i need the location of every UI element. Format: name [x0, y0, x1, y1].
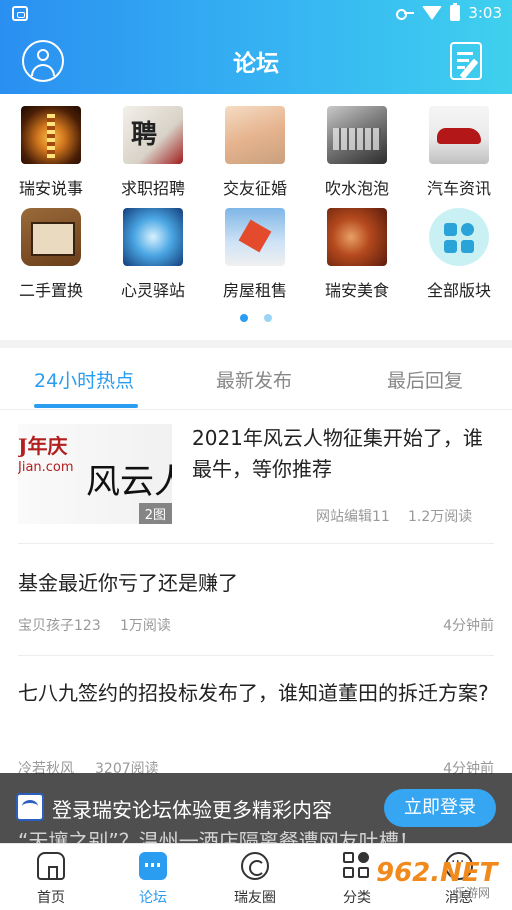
category-item[interactable]: 瑞安说事 [0, 94, 102, 198]
compose-post-icon[interactable] [450, 42, 482, 80]
feed-tabs: 24小时热点 最新发布 最后回复 [0, 348, 512, 410]
tab-last-reply[interactable]: 最后回复 [387, 366, 463, 393]
post-author: 网站编辑11 [316, 509, 390, 525]
category-grid: 瑞安说事 求职招聘 交友征婚 吹水泡泡 汽车资讯 二手置换 心灵驿站 房屋租售 … [0, 94, 512, 340]
page-dot[interactable] [264, 314, 272, 322]
food-photo [327, 208, 387, 266]
hands-photo [225, 106, 285, 164]
tab-indicator [34, 404, 138, 408]
category-label: 房屋租售 [222, 281, 287, 300]
category-item[interactable]: 二手置换 [0, 196, 102, 300]
page-indicator [0, 314, 512, 322]
login-button[interactable]: 立即登录 [384, 789, 496, 827]
app-header: 3:03 论坛 [0, 0, 512, 94]
category-label: 二手置换 [18, 281, 83, 300]
tab-24h-hot[interactable]: 24小时热点 [34, 366, 134, 393]
status-bar: 3:03 [0, 0, 512, 28]
post-title: 七八九签约的招投标发布了，谁知道董田的拆迁方案? [18, 681, 489, 705]
category-item[interactable]: 心灵驿站 [102, 196, 204, 300]
house-photo [225, 208, 285, 266]
category-label: 心灵驿站 [120, 281, 185, 300]
category-item[interactable]: 求职招聘 [102, 94, 204, 198]
app-logo-icon [16, 793, 44, 821]
post-reads: 1.2万阅读 [408, 509, 473, 525]
car-photo [429, 106, 489, 164]
home-icon [37, 852, 65, 880]
post-reads: 1万阅读 [120, 618, 171, 634]
wifi-icon [422, 6, 443, 20]
grid-icon [429, 208, 489, 266]
forum-icon [139, 852, 167, 880]
page-dot-active[interactable] [240, 314, 248, 322]
image-count-badge: 2图 [138, 503, 172, 524]
page-title: 论坛 [233, 51, 279, 77]
job-photo [123, 106, 183, 164]
post-item[interactable]: 基金最近你亏了还是赚了 宝贝孩子123 1万阅读 4分钟前 [18, 544, 494, 656]
nav-home[interactable]: 首页 [0, 844, 102, 910]
battery-icon [450, 3, 461, 21]
post-item[interactable]: J年庆 Jian.com 风云人 2图 2021年风云人物征集开始了，谁最牛，等… [18, 424, 494, 544]
nav-circle[interactable]: 瑞友圈 [204, 844, 306, 910]
category-item[interactable]: 瑞安美食 [306, 196, 408, 300]
vpn-key-icon [396, 8, 415, 20]
post-time: 4分钟前 [443, 618, 494, 634]
nav-forum[interactable]: 论坛 [102, 844, 204, 910]
post-author: 宝贝孩子123 [18, 618, 101, 634]
category-item[interactable]: 吹水泡泡 [306, 94, 408, 198]
post-thumbnail: J年庆 Jian.com 风云人 2图 [18, 424, 172, 524]
post-title: 2021年风云人物征集开始了，谁最牛，等你推荐 [192, 426, 483, 481]
login-prompt: 登录瑞安论坛体验更多精彩内容 [52, 798, 332, 822]
category-label: 瑞安美食 [324, 281, 389, 300]
app-notification-icon [12, 6, 28, 21]
box-photo [21, 208, 81, 266]
category-item[interactable]: 房屋租售 [204, 196, 306, 300]
status-time: 3:03 [468, 4, 502, 22]
category-icon [343, 852, 371, 880]
keyboard-photo [327, 106, 387, 164]
category-item[interactable]: 汽车资讯 [408, 94, 510, 198]
tab-latest[interactable]: 最新发布 [216, 366, 292, 393]
circle-icon [241, 852, 269, 880]
heart-photo [123, 208, 183, 266]
category-item[interactable]: 交友征婚 [204, 94, 306, 198]
category-label: 全部版块 [426, 281, 491, 300]
post-item[interactable]: 七八九签约的招投标发布了，谁知道董田的拆迁方案? 冷若秋风 3207阅读 4分钟… [18, 656, 494, 784]
pagoda-photo [21, 106, 81, 164]
category-item-all[interactable]: 全部版块 [408, 196, 510, 300]
section-divider [0, 340, 512, 348]
site-watermark: 962.NET 乐游网 [376, 858, 498, 900]
login-banner: “天壤之别”？温州一酒店隔离餐遭网友吐槽！ 登录瑞安论坛体验更多精彩内容 立即登… [0, 773, 512, 853]
post-title: 基金最近你亏了还是赚了 [18, 571, 238, 595]
